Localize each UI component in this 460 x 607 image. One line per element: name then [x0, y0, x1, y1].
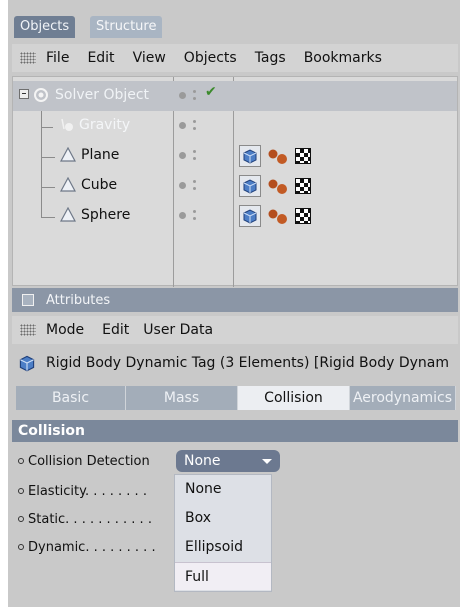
- tag-group: [239, 205, 319, 227]
- attributes-menubar: Mode Edit User Data: [12, 316, 458, 344]
- property-label: Static. . . . . . . . . . .: [28, 512, 152, 527]
- object-row-gravity[interactable]: Gravity: [13, 111, 457, 141]
- property-label: Collision Detection: [28, 454, 150, 469]
- tab-basic[interactable]: Basic: [16, 386, 126, 410]
- dropdown-menu: None Box Ellipsoid Full: [174, 474, 272, 592]
- property-collision-detection: Collision Detection: [18, 454, 150, 469]
- app-window: Objects Structure File Edit View Objects…: [8, 0, 460, 607]
- keyframe-bullet-icon[interactable]: [18, 457, 24, 464]
- texture-tag-icon[interactable]: [295, 148, 311, 164]
- cone-icon: [59, 146, 77, 163]
- grip-icon[interactable]: [20, 52, 36, 64]
- attributes-header: Attributes: [12, 288, 458, 312]
- menu-view[interactable]: View: [133, 50, 166, 66]
- object-name: Plane: [81, 147, 120, 163]
- menu-objects[interactable]: Objects: [184, 50, 237, 66]
- object-name: Gravity: [79, 117, 131, 133]
- tab-structure[interactable]: Structure: [90, 16, 163, 38]
- dynamics-tag-icon[interactable]: [267, 178, 289, 196]
- menu-tags[interactable]: Tags: [255, 50, 286, 66]
- rigid-body-tag-icon: [16, 352, 38, 374]
- tab-objects[interactable]: Objects: [14, 16, 76, 38]
- object-row-sphere[interactable]: Sphere: [13, 201, 457, 231]
- visibility-dots-icon[interactable]: [179, 150, 203, 164]
- texture-tag-icon[interactable]: [295, 208, 311, 224]
- rigid-body-tag-icon[interactable]: [239, 145, 261, 167]
- object-manager-menubar: File Edit View Objects Tags Bookmarks: [12, 44, 458, 72]
- section-heading: Collision: [12, 420, 458, 442]
- property-dynamic: Dynamic. . . . . . . . .: [18, 540, 156, 555]
- menu-bookmarks[interactable]: Bookmarks: [304, 50, 382, 66]
- option-none[interactable]: None: [175, 475, 271, 503]
- visibility-dots-icon[interactable]: [179, 210, 203, 224]
- texture-tag-icon[interactable]: [295, 178, 311, 194]
- object-row-cube[interactable]: Cube: [13, 171, 457, 201]
- keyframe-bullet-icon[interactable]: [18, 487, 24, 494]
- attribute-tabs: Basic Mass Collision Aerodynamics: [16, 386, 456, 410]
- chevron-down-icon: [262, 459, 272, 464]
- rigid-body-tag-icon[interactable]: [239, 175, 261, 197]
- enabled-check-icon[interactable]: ✔: [205, 84, 217, 100]
- option-full[interactable]: Full: [175, 562, 271, 590]
- object-name: Solver Object: [55, 87, 150, 103]
- tag-title: Rigid Body Dynamic Tag (3 Elements) [Rig…: [46, 355, 449, 371]
- property-label: Dynamic. . . . . . . . .: [28, 540, 156, 555]
- solver-icon: [33, 87, 49, 103]
- object-name: Sphere: [81, 207, 131, 223]
- visibility-dots-icon[interactable]: [179, 90, 203, 104]
- menu-mode[interactable]: Mode: [46, 322, 84, 338]
- attributes-title: Attributes: [46, 292, 111, 308]
- dropdown-value: None: [184, 453, 221, 469]
- collapse-icon[interactable]: [19, 89, 29, 99]
- collision-detection-dropdown[interactable]: None: [176, 450, 280, 472]
- tag-title-row: Rigid Body Dynamic Tag (3 Elements) [Rig…: [12, 348, 458, 378]
- gravity-icon: [59, 117, 75, 133]
- property-static: Static. . . . . . . . . . .: [18, 512, 152, 527]
- tab-aerodynamics[interactable]: Aerodynamics: [350, 386, 456, 410]
- grip-icon[interactable]: [20, 324, 36, 336]
- menu-file[interactable]: File: [46, 50, 69, 66]
- keyframe-bullet-icon[interactable]: [18, 543, 24, 550]
- tag-group: [239, 145, 319, 167]
- object-row-solver[interactable]: Solver Object ✔: [13, 81, 457, 111]
- visibility-dots-icon[interactable]: [179, 180, 203, 194]
- cone-icon: [59, 176, 77, 193]
- menu-edit[interactable]: Edit: [87, 50, 114, 66]
- object-row-plane[interactable]: Plane: [13, 141, 457, 171]
- tab-mass[interactable]: Mass: [126, 386, 238, 410]
- tab-collision[interactable]: Collision: [238, 386, 350, 410]
- property-elasticity: Elasticity. . . . . . . .: [18, 484, 147, 499]
- option-box[interactable]: Box: [175, 504, 271, 532]
- panel-toggle-icon[interactable]: [22, 294, 34, 306]
- property-label: Elasticity. . . . . . . .: [28, 484, 147, 499]
- rigid-body-tag-icon[interactable]: [239, 205, 261, 227]
- cone-icon: [59, 206, 77, 223]
- object-list: Solver Object ✔ Gravity Plane Cube Spher…: [12, 76, 458, 287]
- keyframe-bullet-icon[interactable]: [18, 515, 24, 522]
- tag-group: [239, 175, 319, 197]
- dynamics-tag-icon[interactable]: [267, 208, 289, 226]
- menu-edit[interactable]: Edit: [102, 322, 129, 338]
- dynamics-tag-icon[interactable]: [267, 148, 289, 166]
- panel-tabbar: Objects Structure: [8, 0, 460, 44]
- option-ellipsoid[interactable]: Ellipsoid: [175, 533, 271, 561]
- object-name: Cube: [81, 177, 118, 193]
- visibility-dots-icon[interactable]: [179, 120, 203, 134]
- menu-user-data[interactable]: User Data: [143, 322, 213, 338]
